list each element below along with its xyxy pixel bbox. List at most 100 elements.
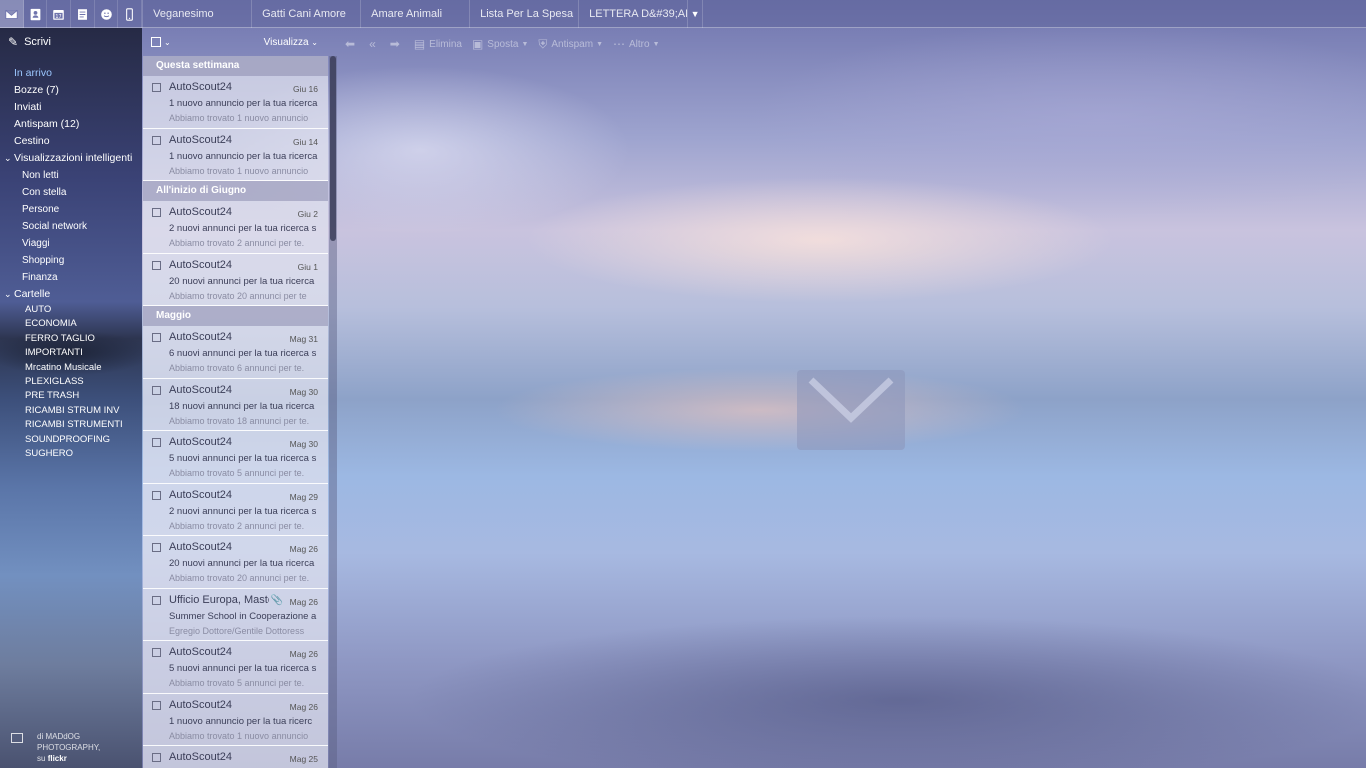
sidebar-item-finance[interactable]: Finanza	[0, 269, 142, 286]
message-row[interactable]: AutoScout24 Mag 26 20 nuovi annunci per …	[143, 536, 328, 589]
scrollbar-thumb[interactable]	[330, 56, 336, 241]
message-checkbox[interactable]	[152, 208, 161, 217]
message-row[interactable]: AutoScout24 Giu 14 1 nuovo annuncio per …	[143, 129, 328, 181]
sidebar-folder-sughero[interactable]: SUGHERO	[0, 447, 142, 461]
message-date: Giu 1	[297, 261, 318, 272]
message-checkbox[interactable]	[152, 490, 161, 500]
reply-all-button[interactable]: «	[369, 37, 380, 51]
message-date: Mag 25	[289, 754, 318, 764]
message-date: Mag 26	[289, 544, 318, 554]
sidebar-folder-ferro-taglio[interactable]: FERRO TAGLIO	[0, 332, 142, 346]
sidebar-item-people[interactable]: Persone	[0, 201, 142, 218]
message-checkbox[interactable]	[152, 333, 161, 342]
more-button[interactable]: ⋯ Altro ▼	[613, 37, 660, 51]
delete-button[interactable]: ▤ Elimina	[414, 37, 462, 51]
forward-button[interactable]: ➡	[390, 37, 404, 51]
sidebar-item-drafts[interactable]: Bozze (7)	[0, 82, 142, 99]
sidebar-item-unread[interactable]: Non letti	[0, 167, 142, 184]
sidebar-item-trash[interactable]: Cestino	[0, 133, 142, 150]
calendar-app-button[interactable]: 17	[47, 0, 72, 28]
sidebar-group-smart-views[interactable]: ⌄ Visualizzazioni intelligenti	[0, 150, 142, 167]
message-row[interactable]: AutoScout24 Mag 31 6 nuovi annunci per l…	[143, 326, 328, 379]
pencil-icon: ✎	[8, 35, 19, 49]
message-row[interactable]: AutoScout24 Mag 29 2 nuovi annunci per l…	[143, 484, 328, 536]
message-row[interactable]: AutoScout24 Giu 16 1 nuovo annuncio per …	[143, 76, 328, 129]
message-preview: Abbiamo trovato 20 annunci per te	[169, 290, 307, 301]
sidebar-folder-pre-trash[interactable]: PRE TRASH	[0, 389, 142, 403]
message-checkbox[interactable]	[152, 260, 161, 270]
mail-icon	[5, 9, 18, 19]
messenger-app-button[interactable]	[95, 0, 119, 28]
reply-button[interactable]: ⬅	[345, 37, 359, 51]
sidebar-group-folders[interactable]: ⌄ Cartelle	[0, 286, 142, 303]
message-date: Mag 26	[289, 701, 318, 712]
more-dots-icon: ⋯	[613, 37, 626, 51]
chevron-down-icon[interactable]: ⌄	[164, 38, 171, 47]
message-date: Mag 30	[289, 386, 318, 397]
message-checkbox[interactable]	[152, 385, 161, 395]
message-subject: Summer School in Cooperazione a	[169, 610, 317, 622]
notepad-app-button[interactable]	[71, 0, 95, 28]
message-checkbox[interactable]	[152, 438, 161, 447]
message-list-scrollbar[interactable]	[329, 56, 337, 768]
sidebar-folder-ricambi-strum-inv[interactable]: RICAMBI STRUM INV	[0, 404, 142, 418]
message-date: Giu 16	[292, 84, 318, 94]
sidebar-item-starred[interactable]: Con stella	[0, 184, 142, 201]
message-checkbox[interactable]	[152, 595, 161, 605]
sidebar-folder-mercatino-musicale[interactable]: Mrcatino Musicale	[0, 361, 142, 375]
view-menu-button[interactable]: Visualizza ⌄	[264, 37, 318, 48]
message-checkbox[interactable]	[152, 753, 161, 762]
photo-credit[interactable]: di MADdOG PHOTOGRAPHY, su flickr	[8, 731, 142, 764]
tab-note-4[interactable]: LETTERA D&#39;AMC	[578, 0, 687, 28]
message-checkbox[interactable]	[152, 700, 161, 710]
sidebar-folder-economia[interactable]: ECONOMIA	[0, 317, 142, 331]
message-checkbox[interactable]	[152, 135, 161, 145]
image-icon	[11, 733, 23, 743]
sidebar-folder-auto[interactable]: AUTO	[0, 303, 142, 317]
message-sender: AutoScout24	[169, 206, 232, 218]
select-all-checkbox[interactable]	[151, 37, 161, 47]
sidebar-item-sent[interactable]: Inviati	[0, 99, 142, 116]
sidebar-folder-ricambi-strumenti[interactable]: RICAMBI STRUMENTI	[0, 418, 142, 432]
message-row[interactable]: AutoScout24 Mag 26 1 nuovo annuncio per …	[143, 694, 328, 746]
compose-button[interactable]: ✎ Scrivi	[0, 28, 142, 56]
tab-note-0[interactable]: Veganesimo	[142, 0, 251, 28]
sidebar-folder-soundproofing[interactable]: SOUNDPROOFING	[0, 433, 142, 447]
tab-note-1[interactable]: Gatti Cani Amore	[251, 0, 360, 28]
message-row[interactable]: AutoScout24 Mag 26 5 nuovi annunci per l…	[143, 641, 328, 694]
sidebar-item-social[interactable]: Social network	[0, 218, 142, 235]
mobile-app-button[interactable]	[118, 0, 143, 28]
sidebar-folder-plexiglass[interactable]: PLEXIGLASS	[0, 375, 142, 389]
message-preview: Abbiamo trovato 5 annunci per te.	[169, 678, 305, 688]
move-button[interactable]: ▣ Sposta ▼	[472, 37, 528, 51]
list-header: ⌄ Visualizza ⌄	[143, 28, 328, 56]
svg-text:17: 17	[56, 13, 62, 19]
sidebar-item-travel[interactable]: Viaggi	[0, 235, 142, 252]
message-row[interactable]: AutoScout24 Giu 1 20 nuovi annunci per l…	[143, 254, 328, 306]
tab-note-3[interactable]: Lista Per La Spesa	[469, 0, 578, 28]
message-row[interactable]: AutoScout24 Giu 2 2 nuovi annunci per la…	[143, 201, 328, 254]
folders-label: Cartelle	[14, 288, 51, 300]
photo-credit-text: di MADdOG PHOTOGRAPHY, su flickr	[37, 732, 101, 763]
mail-app-button[interactable]	[0, 0, 24, 28]
contacts-app-button[interactable]	[24, 0, 48, 28]
message-row[interactable]: AutoScout24 Mag 30 5 nuovi annunci per l…	[143, 431, 328, 484]
message-date: Giu 2	[297, 209, 318, 219]
sidebar-item-inbox[interactable]: In arrivo	[0, 65, 142, 82]
sidebar-item-shopping[interactable]: Shopping	[0, 252, 142, 269]
sidebar-folder-importanti[interactable]: IMPORTANTI	[0, 346, 142, 360]
message-checkbox[interactable]	[152, 648, 161, 657]
sidebar-item-spam[interactable]: Antispam (12)	[0, 116, 142, 133]
message-sender: AutoScout24	[169, 698, 232, 711]
message-row[interactable]: Ufficio Europa, Maste 📎 Mag 26 Summer Sc…	[143, 589, 328, 641]
folder-icon: ▣	[471, 37, 484, 51]
spam-button[interactable]: ⛨ Antispam ▼	[538, 37, 603, 52]
message-checkbox[interactable]	[152, 543, 161, 552]
message-row[interactable]: AutoScout24 Mag 25	[143, 746, 328, 768]
message-checkbox[interactable]	[152, 83, 161, 92]
message-subject: 6 nuovi annunci per la tua ricerca s	[169, 348, 317, 359]
tabs-overflow-button[interactable]: ▼	[687, 0, 704, 28]
tab-note-2[interactable]: Amare Animali	[360, 0, 469, 28]
messenger-icon	[100, 8, 112, 20]
message-row[interactable]: AutoScout24 Mag 30 18 nuovi annunci per …	[143, 379, 328, 431]
